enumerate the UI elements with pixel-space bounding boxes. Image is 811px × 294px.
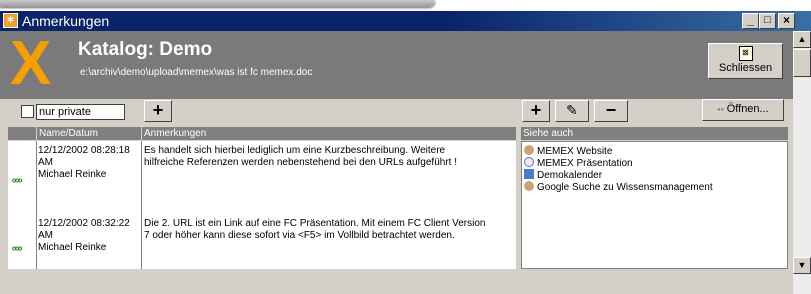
app-icon: ✶ (3, 13, 18, 28)
scroll-down-arrow-icon[interactable]: ▼ (793, 257, 811, 274)
open-icon: ◦◦ (717, 104, 724, 114)
remove-link-button[interactable]: − (594, 100, 628, 122)
name-date-column-header[interactable]: Name/Datum (37, 127, 141, 140)
row-note-line2: 7 oder höher kann diese sofort via <F5> … (144, 230, 455, 241)
row-author: Michael Reinke (38, 169, 107, 180)
catalog-header: X Katalog: Demo e:\archiv\demo\upload\me… (0, 31, 793, 99)
annotations-column-header[interactable]: Anmerkungen (142, 127, 516, 140)
private-checkbox-label: nur private (36, 104, 125, 120)
row-note-line1: Es handelt sich hierbei lediglich um ein… (144, 145, 446, 156)
desktop-strip (0, 0, 811, 11)
memex-logo: X (10, 29, 52, 98)
maximize-button[interactable]: □ (759, 13, 776, 29)
calendar-people-icon (524, 169, 534, 179)
window-title: Anmerkungen (22, 13, 110, 29)
schliessen-label: Schliessen (718, 62, 773, 74)
globe-search-icon (524, 181, 534, 191)
add-link-button[interactable]: + (522, 100, 550, 122)
see-also-column-header: Siehe auch (521, 127, 788, 140)
row-note-line1: Die 2. URL ist ein Link auf eine FC Präs… (144, 218, 486, 229)
row-ampm: AM (38, 230, 53, 241)
list-item-label: Google Suche zu Wissensmanagement (537, 182, 713, 193)
close-window-button[interactable]: × (778, 13, 795, 29)
private-checkbox[interactable] (21, 105, 34, 118)
open-label: Öffnen... (726, 103, 769, 115)
minimize-button[interactable]: _ (742, 13, 759, 29)
open-button[interactable]: ◦◦ Öffnen... (702, 99, 784, 121)
desktop-panel (0, 0, 435, 7)
vertical-scrollbar[interactable]: ▲ ▼ (793, 31, 811, 294)
presentation-icon (524, 157, 534, 167)
users-icon: ᵒᵒᵒ (12, 177, 22, 188)
list-item[interactable]: Google Suche zu Wissensmanagement (524, 181, 713, 194)
row-marker-header (8, 127, 36, 140)
globe-search-icon (524, 145, 534, 155)
edit-link-button[interactable]: ✎ (555, 100, 589, 122)
scroll-up-arrow-icon[interactable]: ▲ (793, 31, 811, 48)
add-annotation-button[interactable]: + (144, 100, 172, 122)
users-icon: ᵒᵒᵒ (12, 245, 22, 256)
annotations-window: ✶ Anmerkungen _ □ × X Katalog: Demo e:\a… (0, 11, 811, 294)
document-path: e:\archiv\demo\upload\memex\was ist fc m… (80, 67, 313, 78)
status-bar (0, 275, 793, 294)
pencil-icon: ✎ (566, 102, 578, 118)
row-author: Michael Reinke (38, 242, 107, 253)
schliessen-button[interactable]: ⊠ Schliessen (708, 43, 783, 79)
row-ampm: AM (38, 157, 53, 168)
list-item-label: Demokalender (537, 170, 603, 181)
row-note-line2: hilfreiche Referenzen werden nebenstehen… (144, 157, 457, 168)
title-bar[interactable]: ✶ Anmerkungen _ □ × (0, 11, 811, 31)
row-date: 12/12/2002 08:28:18 (38, 145, 130, 156)
list-item-label: MEMEX Website (537, 146, 613, 157)
close-document-icon: ⊠ (738, 46, 753, 61)
catalog-title: Katalog: Demo (78, 39, 213, 60)
row-date: 12/12/2002 08:32:22 (38, 218, 130, 229)
scroll-thumb[interactable] (793, 49, 811, 77)
list-item-label: MEMEX Präsentation (537, 158, 633, 169)
